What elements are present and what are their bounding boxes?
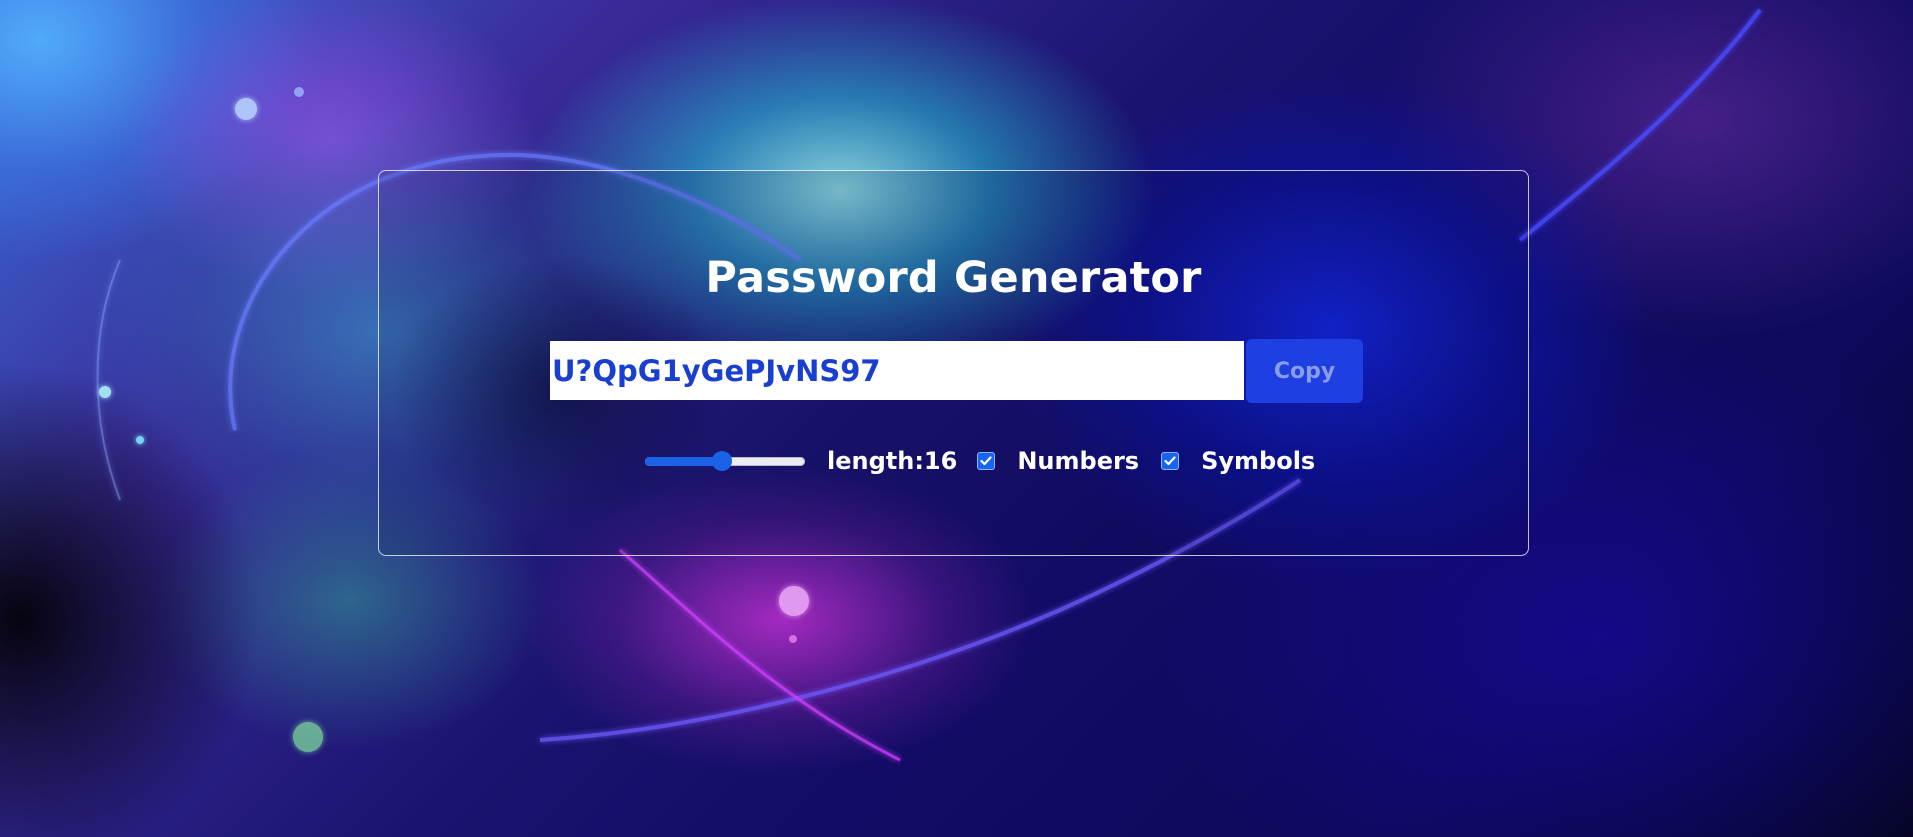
- length-slider[interactable]: [645, 451, 805, 471]
- symbols-checkbox[interactable]: [1161, 452, 1180, 470]
- numbers-label: Numbers: [1017, 447, 1140, 475]
- slider-fill: [645, 457, 722, 466]
- password-generator-card: Password Generator Copy length:16 Number…: [378, 170, 1529, 556]
- copy-button[interactable]: Copy: [1246, 339, 1363, 403]
- numbers-checkbox[interactable]: [977, 452, 996, 470]
- options-row: length:16 Numbers Symbols: [645, 444, 1337, 478]
- page-title: Password Generator: [705, 253, 1202, 303]
- slider-thumb[interactable]: [711, 451, 732, 471]
- length-label: length:16: [827, 447, 958, 475]
- password-output-field[interactable]: [550, 341, 1244, 400]
- symbols-label: Symbols: [1201, 447, 1316, 475]
- checkmark-icon: [980, 456, 992, 466]
- checkmark-icon: [1164, 456, 1176, 466]
